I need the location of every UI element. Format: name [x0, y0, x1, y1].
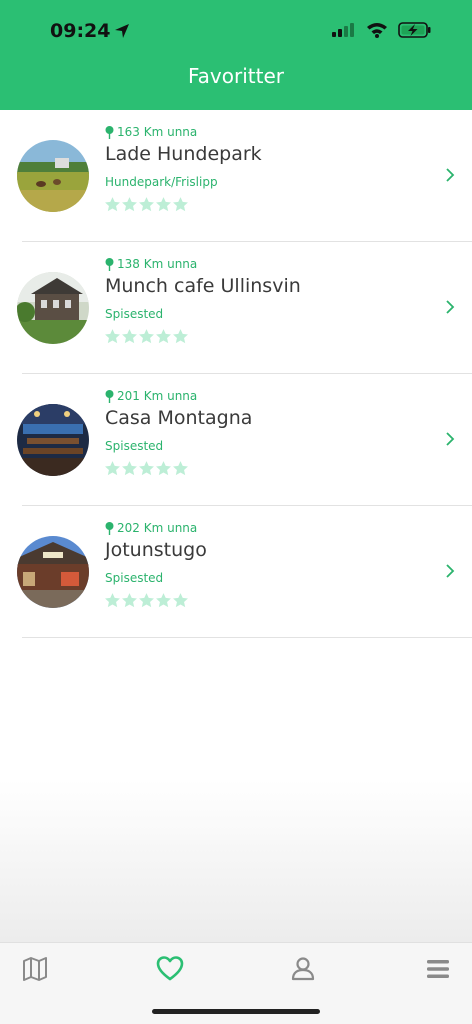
- star-icon: [156, 329, 171, 344]
- star-icon: [122, 329, 137, 344]
- place-name: Casa Montagna: [105, 407, 253, 429]
- star-icon: [173, 329, 188, 344]
- distance-label: 202 Km unna: [105, 521, 197, 535]
- favorites-list: 163 Km unna Lade Hundepark Hundepark/Fri…: [0, 110, 472, 638]
- distance-text: 163 Km unna: [117, 125, 198, 139]
- heart-icon[interactable]: [156, 955, 184, 983]
- menu-icon[interactable]: [424, 955, 452, 983]
- distance-text: 202 Km unna: [117, 521, 198, 535]
- rating-stars: [104, 196, 189, 213]
- restaurant-interior-image: [17, 404, 89, 476]
- place-thumbnail: [17, 536, 89, 608]
- chevron-right-icon[interactable]: [444, 430, 456, 448]
- place-thumbnail: [17, 404, 89, 476]
- place-name: Jotunstugo: [105, 539, 207, 561]
- star-icon: [105, 329, 120, 344]
- rating-stars: [104, 592, 189, 609]
- distance-text: 201 Km unna: [117, 389, 198, 403]
- star-icon: [105, 461, 120, 476]
- home-indicator[interactable]: [152, 1009, 320, 1014]
- place-thumbnail: [17, 272, 89, 344]
- place-name: Lade Hundepark: [105, 143, 262, 165]
- place-category: Spisested: [105, 571, 164, 585]
- list-item[interactable]: 163 Km unna Lade Hundepark Hundepark/Fri…: [0, 110, 472, 242]
- status-time-label: 09:24: [50, 20, 111, 42]
- distance-label: 201 Km unna: [105, 389, 197, 403]
- chevron-right-icon[interactable]: [444, 298, 456, 316]
- star-icon: [105, 197, 120, 212]
- battery-charging-icon: [398, 22, 431, 38]
- location-pin-icon: [105, 257, 114, 271]
- place-category: Hundepark/Frislipp: [105, 175, 218, 189]
- star-icon: [139, 329, 154, 344]
- star-icon: [173, 197, 188, 212]
- location-pin-icon: [105, 389, 114, 403]
- star-icon: [122, 197, 137, 212]
- app-header: 09:24 Favoritter: [0, 0, 472, 110]
- location-pin-icon: [105, 521, 114, 535]
- status-time: 09:24: [50, 20, 130, 42]
- status-indicators: [332, 22, 432, 38]
- location-arrow-icon: [115, 24, 130, 38]
- star-icon: [122, 593, 137, 608]
- cafe-building-image: [17, 272, 89, 344]
- star-icon: [105, 593, 120, 608]
- star-icon: [156, 593, 171, 608]
- distance-label: 163 Km unna: [105, 125, 197, 139]
- distance-text: 138 Km unna: [117, 257, 198, 271]
- list-item[interactable]: 202 Km unna Jotunstugo Spisested: [0, 506, 472, 638]
- location-pin-icon: [105, 125, 114, 139]
- place-thumbnail: [17, 140, 89, 212]
- star-icon: [139, 197, 154, 212]
- chevron-right-icon[interactable]: [444, 166, 456, 184]
- star-icon: [173, 593, 188, 608]
- star-icon: [156, 197, 171, 212]
- user-icon[interactable]: [289, 955, 317, 983]
- distance-label: 138 Km unna: [105, 257, 197, 271]
- place-category: Spisested: [105, 307, 164, 321]
- star-icon: [173, 461, 188, 476]
- star-icon: [139, 593, 154, 608]
- chevron-right-icon[interactable]: [444, 562, 456, 580]
- wifi-icon: [367, 23, 387, 38]
- dog-park-image: [17, 140, 89, 212]
- list-item[interactable]: 138 Km unna Munch cafe Ullinsvin Spisest…: [0, 242, 472, 374]
- star-icon: [122, 461, 137, 476]
- star-icon: [156, 461, 171, 476]
- place-name: Munch cafe Ullinsvin: [105, 275, 301, 297]
- place-category: Spisested: [105, 439, 164, 453]
- rating-stars: [104, 328, 189, 345]
- list-item[interactable]: 201 Km unna Casa Montagna Spisested: [0, 374, 472, 506]
- cellular-signal-icon: [332, 23, 354, 37]
- page-title: Favoritter: [188, 64, 284, 88]
- background-fade: [0, 780, 472, 942]
- lodge-exterior-image: [17, 536, 89, 608]
- star-icon: [139, 461, 154, 476]
- rating-stars: [104, 460, 189, 477]
- map-icon[interactable]: [21, 955, 49, 983]
